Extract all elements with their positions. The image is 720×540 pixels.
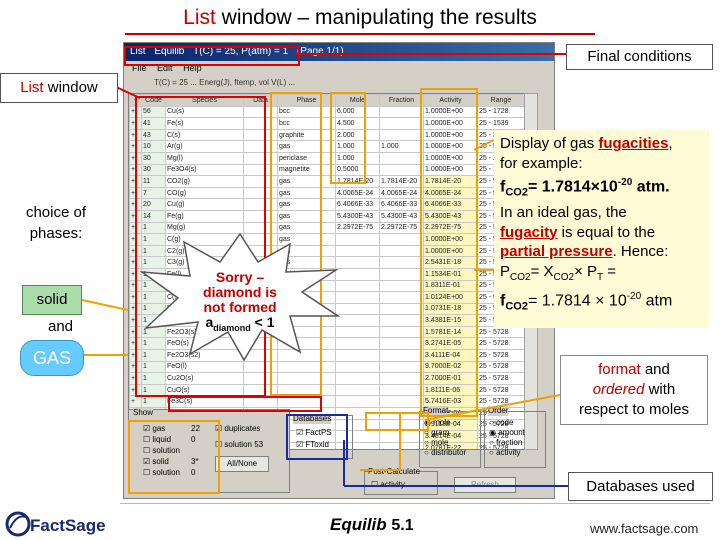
databases-used-label: Databases used	[568, 472, 713, 501]
format-ordered-label: format and ordered with respect to moles	[560, 355, 708, 425]
sorry-text: Sorry – diamond is not formed adiamond <…	[203, 269, 277, 333]
website-footer: www.factsage.com	[590, 521, 699, 536]
and-label: and	[48, 318, 74, 335]
solid-label: solid	[22, 285, 82, 315]
svg-text:FactSage: FactSage	[30, 516, 106, 535]
equilib-footer: Equilib 5.1	[330, 515, 414, 534]
final-conditions-label: Final conditions	[566, 44, 713, 70]
gas-cloud-label: GAS	[20, 340, 84, 376]
footer-rule	[120, 503, 710, 504]
list-window-label: List window	[0, 73, 118, 103]
factsage-logo: FactSage	[5, 511, 106, 537]
fugacity-explanation: Display of gas fugacities, for example: …	[494, 130, 709, 328]
choice-of-phases-label: choice of phases:	[16, 202, 96, 274]
